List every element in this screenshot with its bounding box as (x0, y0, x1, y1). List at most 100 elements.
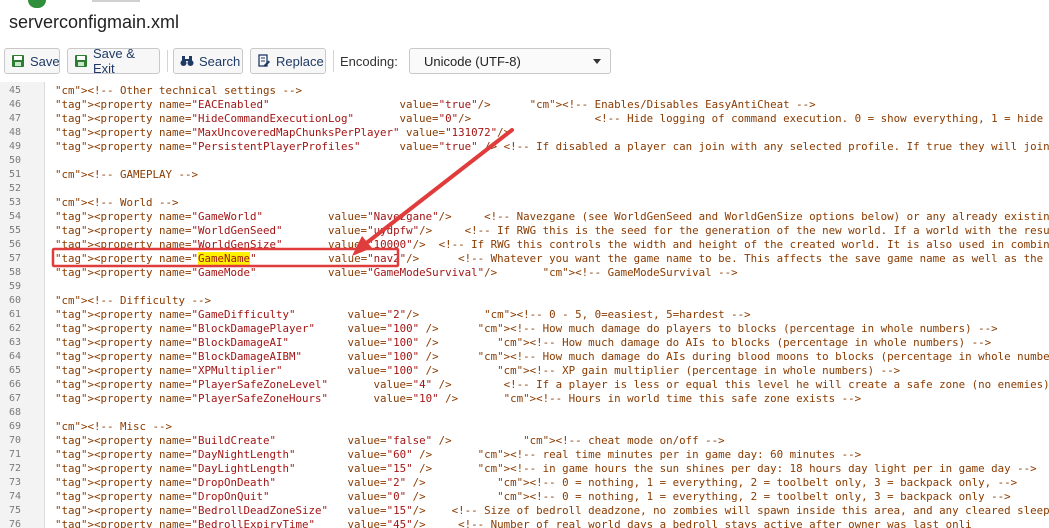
code-line[interactable]: 72 "tag"><property name="DayLightLength" … (0, 462, 1049, 476)
line-number: 49 (8, 141, 21, 152)
code-text: "tag"><property name="DayNightLength" va… (55, 448, 862, 461)
code-line[interactable]: 59 (0, 280, 1049, 294)
line-number: 75 (8, 505, 21, 516)
line-number: 50 (8, 155, 21, 166)
code-text: "tag"><property name="GameName" value="n… (55, 252, 1049, 265)
code-line[interactable]: 55 "tag"><property name="WorldGenSeed" va… (0, 224, 1049, 238)
save-button[interactable]: Save (4, 48, 60, 74)
encoding-select-value: Unicode (UTF-8) (424, 54, 521, 69)
line-number: 72 (8, 463, 21, 474)
code-text: "cm"><!-- World --> (55, 196, 179, 209)
replace-button[interactable]: Replace (250, 48, 326, 74)
code-line[interactable]: 61 "tag"><property name="GameDifficulty" … (0, 308, 1049, 322)
line-number: 71 (8, 449, 21, 460)
code-line[interactable]: 47 "tag"><property name="HideCommandExecu… (0, 112, 1049, 126)
save-exit-button[interactable]: Save & Exit (67, 46, 160, 76)
code-line[interactable]: 73 "tag"><property name="DropOnDeath" val… (0, 476, 1049, 490)
line-number: 64 (8, 351, 21, 362)
toolbar-divider (167, 50, 168, 72)
code-text: "tag"><property name="BedrollDeadZoneSiz… (55, 504, 1049, 517)
code-line[interactable]: 48 "tag"><property name="MaxUncoveredMapC… (0, 126, 1049, 140)
code-line[interactable]: 52 (0, 182, 1049, 196)
line-number: 59 (8, 281, 21, 292)
line-number: 61 (8, 309, 21, 320)
code-lines: 45 "cm"><!-- Other technical settings -->… (0, 84, 1049, 528)
code-line[interactable]: 54 "tag"><property name="GameWorld" value… (0, 210, 1049, 224)
code-text: "tag"><property name="XPMultiplier" valu… (55, 364, 901, 377)
code-text: "tag"><property name="DayLightLength" va… (55, 462, 1037, 475)
code-editor[interactable]: 45 "cm"><!-- Other technical settings -->… (0, 82, 1049, 528)
code-line[interactable]: 68 (0, 406, 1049, 420)
code-line[interactable]: 75 "tag"><property name="BedrollDeadZoneS… (0, 504, 1049, 518)
code-text: "tag"><property name="GameMode" value="G… (55, 266, 738, 279)
replace-button-label: Replace (276, 53, 324, 69)
binoculars-icon (180, 56, 194, 66)
code-line[interactable]: 58 "tag"><property name="GameMode" value=… (0, 266, 1049, 280)
code-line[interactable]: 71 "tag"><property name="DayNightLength" … (0, 448, 1049, 462)
code-line[interactable]: 50 (0, 154, 1049, 168)
save-button-label: Save (30, 53, 60, 69)
code-text: "cm"><!-- Difficulty --> (55, 294, 212, 307)
code-line[interactable]: 69 "cm"><!-- Misc --> (0, 420, 1049, 434)
line-number: 62 (8, 323, 21, 334)
line-number: 68 (8, 407, 21, 418)
line-number: 48 (8, 127, 21, 138)
line-number: 70 (8, 435, 21, 446)
line-number: 60 (8, 295, 21, 306)
line-number: 55 (8, 225, 21, 236)
code-text: "tag"><property name="BuildCreate" value… (55, 434, 725, 447)
code-line[interactable]: 76 "tag"><property name="BedrollExpiryTim… (0, 518, 1049, 528)
tab-edge (92, 0, 140, 2)
code-text: "tag"><property name="PersistentPlayerPr… (55, 140, 1049, 153)
code-line[interactable]: 74 "tag"><property name="DropOnQuit" valu… (0, 490, 1049, 504)
code-text: "cm"><!-- Other technical settings --> (55, 84, 303, 97)
code-line[interactable]: 56 "tag"><property name="WorldGenSize" va… (0, 238, 1049, 252)
code-text: "tag"><property name="WorldGenSeed" valu… (55, 224, 1049, 237)
code-line[interactable]: 63 "tag"><property name="BlockDamageAI" v… (0, 336, 1049, 350)
code-text: "tag"><property name="GameWorld" value="… (55, 210, 1049, 223)
code-line[interactable]: 70 "tag"><property name="BuildCreate" val… (0, 434, 1049, 448)
encoding-select[interactable]: Unicode (UTF-8) (409, 48, 611, 74)
code-line[interactable]: 60 "cm"><!-- Difficulty --> (0, 294, 1049, 308)
code-text: "tag"><property name="PlayerSafeZoneHour… (55, 392, 862, 405)
code-line[interactable]: 53 "cm"><!-- World --> (0, 196, 1049, 210)
line-number: 53 (8, 197, 21, 208)
search-button[interactable]: Search (173, 48, 243, 74)
code-text: "tag"><property name="EACEnabled" value=… (55, 98, 816, 111)
code-line[interactable]: 46 "tag"><property name="EACEnabled" valu… (0, 98, 1049, 112)
toolbar-divider (333, 50, 334, 72)
code-line[interactable]: 45 "cm"><!-- Other technical settings --> (0, 84, 1049, 98)
code-text: "tag"><property name="BedrollExpiryTime"… (55, 518, 972, 528)
code-line[interactable]: 65 "tag"><property name="XPMultiplier" va… (0, 364, 1049, 378)
code-text: "cm"><!-- Misc --> (55, 420, 173, 433)
code-text: "tag"><property name="BlockDamagePlayer"… (55, 322, 998, 335)
line-number: 52 (8, 183, 21, 194)
code-line[interactable]: 49 "tag"><property name="PersistentPlayer… (0, 140, 1049, 154)
app-logo-icon (28, 0, 46, 8)
code-line[interactable]: 62 "tag"><property name="BlockDamagePlaye… (0, 322, 1049, 336)
code-line[interactable]: 51 "cm"><!-- GAMEPLAY --> (0, 168, 1049, 182)
code-line[interactable]: 57 "tag"><property name="GameName" value=… (0, 252, 1049, 266)
line-number: 46 (8, 99, 21, 110)
code-line[interactable]: 66 "tag"><property name="PlayerSafeZoneLe… (0, 378, 1049, 392)
code-text: "tag"><property name="DropOnDeath" value… (55, 476, 1018, 489)
code-line[interactable]: 64 "tag"><property name="BlockDamageAIBM"… (0, 350, 1049, 364)
line-number: 67 (8, 393, 21, 404)
code-text: "cm"><!-- GAMEPLAY --> (55, 168, 199, 181)
code-text: "tag"><property name="BlockDamageAIBM" v… (55, 350, 1049, 363)
window-title: serverconfigmain.xml (9, 12, 180, 32)
line-number: 73 (8, 477, 21, 488)
save-icon (12, 55, 24, 67)
code-text: "tag"><property name="HideCommandExecuti… (55, 112, 1049, 125)
code-line[interactable]: 67 "tag"><property name="PlayerSafeZoneHo… (0, 392, 1049, 406)
line-number: 74 (8, 491, 21, 502)
line-number: 66 (8, 379, 21, 390)
chevron-down-icon (593, 59, 601, 64)
code-text: "tag"><property name="MaxUncoveredMapChu… (55, 126, 511, 139)
line-number: 63 (8, 337, 21, 348)
line-number: 47 (8, 113, 21, 124)
line-number: 57 (8, 253, 21, 264)
line-number: 69 (8, 421, 21, 432)
save-exit-button-label: Save & Exit (93, 46, 135, 76)
top-strip (0, 0, 1049, 8)
